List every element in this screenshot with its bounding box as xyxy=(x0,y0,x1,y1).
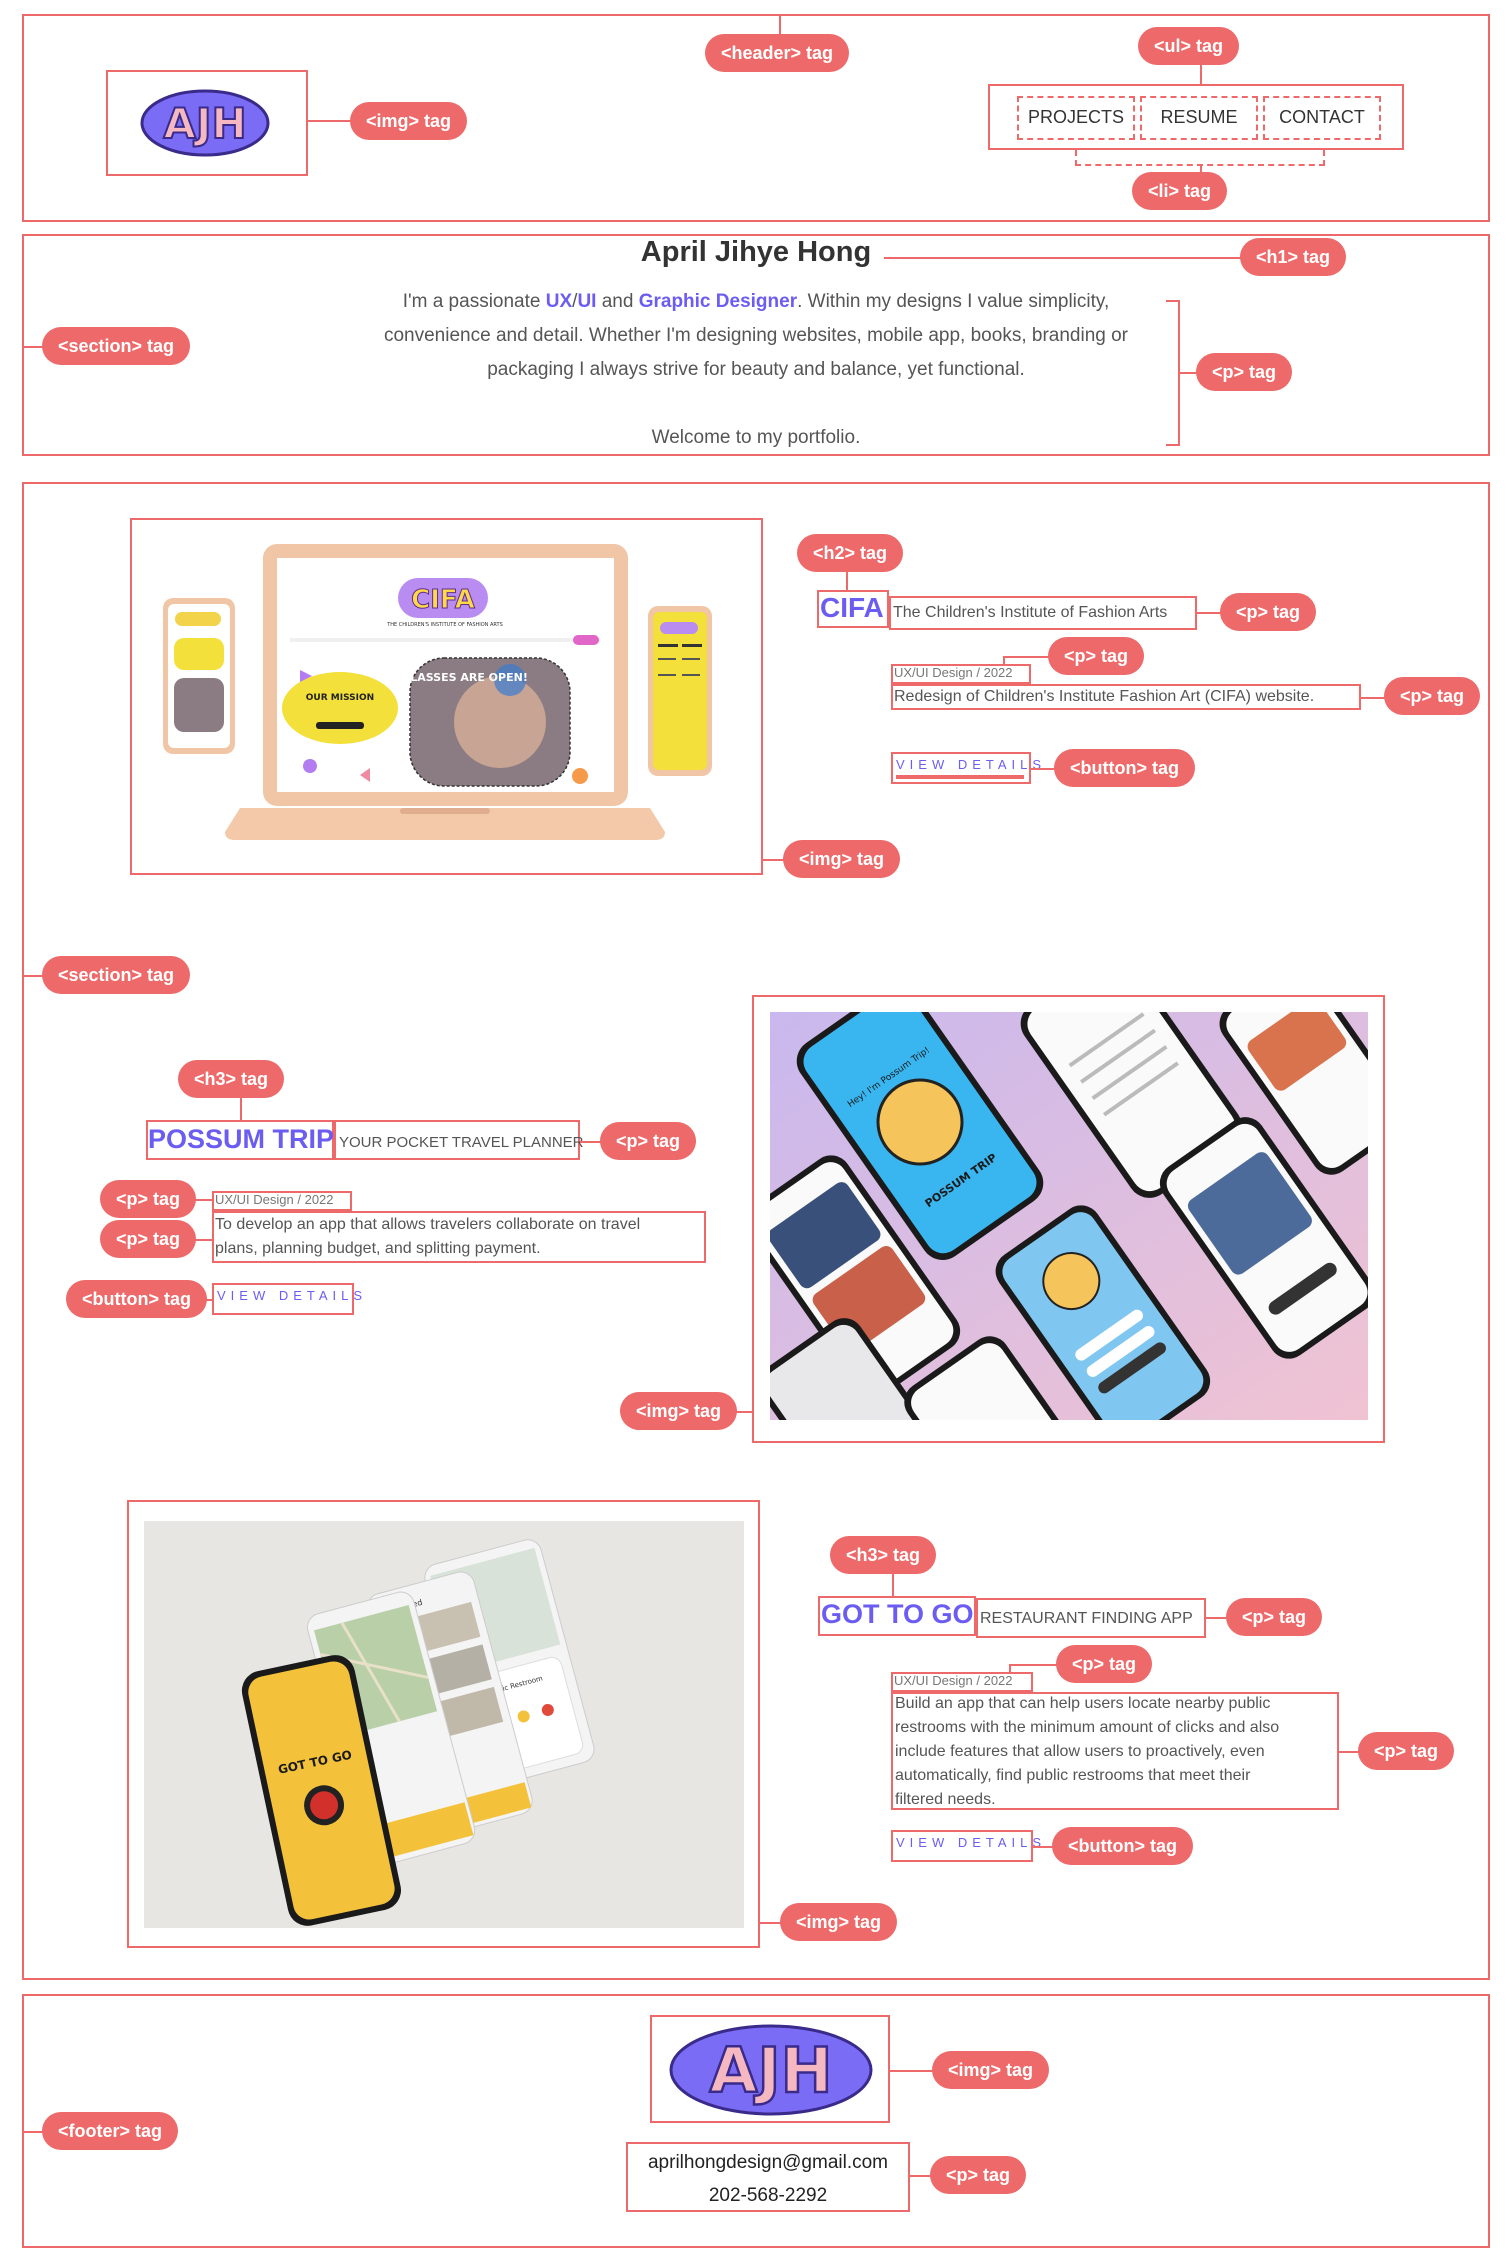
cifa-screen-classes: CLASSES ARE OPEN! xyxy=(402,671,528,684)
gtg-img-tag-label: <img> tag xyxy=(780,1903,898,1941)
projects-section-tag-label: <section> tag xyxy=(42,956,191,994)
footer-logo-image[interactable]: AJH xyxy=(666,2022,876,2118)
possum-button-tag-label: <button> tag xyxy=(66,1280,207,1318)
hero-intro-line-2: convenience and detail. Whether I'm desi… xyxy=(383,325,1128,346)
footer-phone[interactable]: 202-568-2292 xyxy=(626,2185,910,2207)
cifa-description-p-tag-label: <p> tag xyxy=(1384,677,1481,715)
gtg-subtitle: RESTAURANT FINDING APP xyxy=(980,1610,1193,1627)
header-logo-image[interactable]: AJH xyxy=(139,88,271,158)
gtg-mockup-image[interactable]: Public Restroom Saved GOT TO GO xyxy=(144,1521,744,1928)
gtg-description-line-5: filtered needs. xyxy=(895,1791,996,1808)
possum-description-line-1: To develop an app that allows travelers … xyxy=(215,1216,641,1233)
footer-p-tag-label: <p> tag xyxy=(930,2156,1027,2194)
cifa-screen-mission: OUR MISSION xyxy=(306,693,374,703)
cifa-button-tag-label: <button> tag xyxy=(1054,749,1195,787)
cifa-subtitle-p-tag-label: <p> tag xyxy=(1220,593,1317,631)
nav-resume-label[interactable]: RESUME xyxy=(1140,107,1258,128)
hero-section-tag-label: <section> tag xyxy=(42,327,191,365)
possum-title: POSSUM TRIP xyxy=(148,1124,335,1154)
gtg-view-details-button[interactable]: VIEW DETAILS xyxy=(896,1835,1046,1850)
cifa-subtitle: The Children's Institute of Fashion Arts xyxy=(893,604,1168,621)
cifa-category: UX/UI Design / 2022 xyxy=(894,665,1013,680)
possum-mockup-image[interactable]: POSSUM TRIP Hey! I'm Possum Trip! xyxy=(770,1012,1368,1420)
gtg-description-line-3: include features that allow users to pro… xyxy=(895,1743,1265,1760)
cifa-h2-tag-label: <h2> tag xyxy=(797,534,904,572)
footer-logo-text: AJH xyxy=(710,2034,833,2107)
gtg-h3-tag-label: <h3> tag xyxy=(830,1536,937,1574)
li-bracket xyxy=(1075,150,1325,166)
possum-subtitle-p-tag-label: <p> tag xyxy=(600,1122,697,1160)
header-logo-text: AJH xyxy=(163,99,246,148)
possum-img-tag-label: <img> tag xyxy=(620,1392,738,1430)
possum-h3-tag-label: <h3> tag xyxy=(178,1060,285,1098)
nav-projects-label[interactable]: PROJECTS xyxy=(1017,107,1135,128)
cifa-mockup-image[interactable]: CIFA THE CHILDREN'S INSTITUTE OF FASHION… xyxy=(160,540,720,850)
gtg-button-tag-label: <button> tag xyxy=(1052,1827,1193,1865)
gtg-subtitle-p-tag-label: <p> tag xyxy=(1226,1598,1323,1636)
possum-subtitle: YOUR POCKET TRAVEL PLANNER xyxy=(339,1134,584,1151)
hero-p-tag-label: <p> tag xyxy=(1196,353,1293,391)
cifa-screen-logo: CIFA xyxy=(411,585,475,615)
possum-category: UX/UI Design / 2022 xyxy=(215,1192,334,1207)
cifa-description: Redesign of Children's Institute Fashion… xyxy=(894,688,1315,705)
header-tag-label: <header> tag xyxy=(705,34,850,72)
gtg-description-line-2: restrooms with the minimum amount of cli… xyxy=(895,1719,1280,1736)
cifa-screen-tagline: THE CHILDREN'S INSTITUTE OF FASHION ARTS xyxy=(386,622,503,628)
cifa-view-details-button[interactable]: VIEW DETAILS xyxy=(896,757,1046,772)
hero-intro-line-1: I'm a passionate UX/UI and Graphic Desig… xyxy=(402,291,1110,312)
cifa-button-underline xyxy=(896,775,1024,779)
cifa-category-p-tag-label: <p> tag xyxy=(1048,637,1145,675)
li-tag-label: <li> tag xyxy=(1132,172,1228,210)
footer-email[interactable]: aprilhongdesign@gmail.com xyxy=(626,2152,910,2174)
gtg-title: GOT TO GO xyxy=(821,1599,974,1629)
possum-category-p-tag-label: <p> tag xyxy=(100,1180,197,1218)
possum-description-line-2: plans, planning budget, and splitting pa… xyxy=(215,1240,541,1257)
ul-tag-label: <ul> tag xyxy=(1138,27,1240,65)
hero-welcome: Welcome to my portfolio. xyxy=(651,427,861,448)
possum-view-details-button[interactable]: VIEW DETAILS xyxy=(217,1288,367,1303)
h1-tag-label: <h1> tag xyxy=(1240,238,1347,276)
footer-tag-label: <footer> tag xyxy=(42,2112,179,2150)
gtg-category: UX/UI Design / 2022 xyxy=(894,1673,1013,1688)
cifa-img-tag-label: <img> tag xyxy=(783,840,901,878)
header-img-tag-label: <img> tag xyxy=(350,102,468,140)
page-title: April Jihye Hong xyxy=(640,236,872,268)
possum-description-p-tag-label: <p> tag xyxy=(100,1220,197,1258)
cifa-title: CIFA xyxy=(820,592,884,623)
gtg-description-p-tag-label: <p> tag xyxy=(1358,1732,1455,1770)
gtg-description-line-1: Build an app that can help users locate … xyxy=(895,1695,1271,1712)
gtg-category-p-tag-label: <p> tag xyxy=(1056,1645,1153,1683)
nav-contact-label[interactable]: CONTACT xyxy=(1263,107,1381,128)
footer-img-tag-label: <img> tag xyxy=(932,2051,1050,2089)
hero-intro-line-3: packaging I always strive for beauty and… xyxy=(487,359,1025,380)
gtg-description-line-4: automatically, find public restrooms tha… xyxy=(895,1767,1251,1784)
